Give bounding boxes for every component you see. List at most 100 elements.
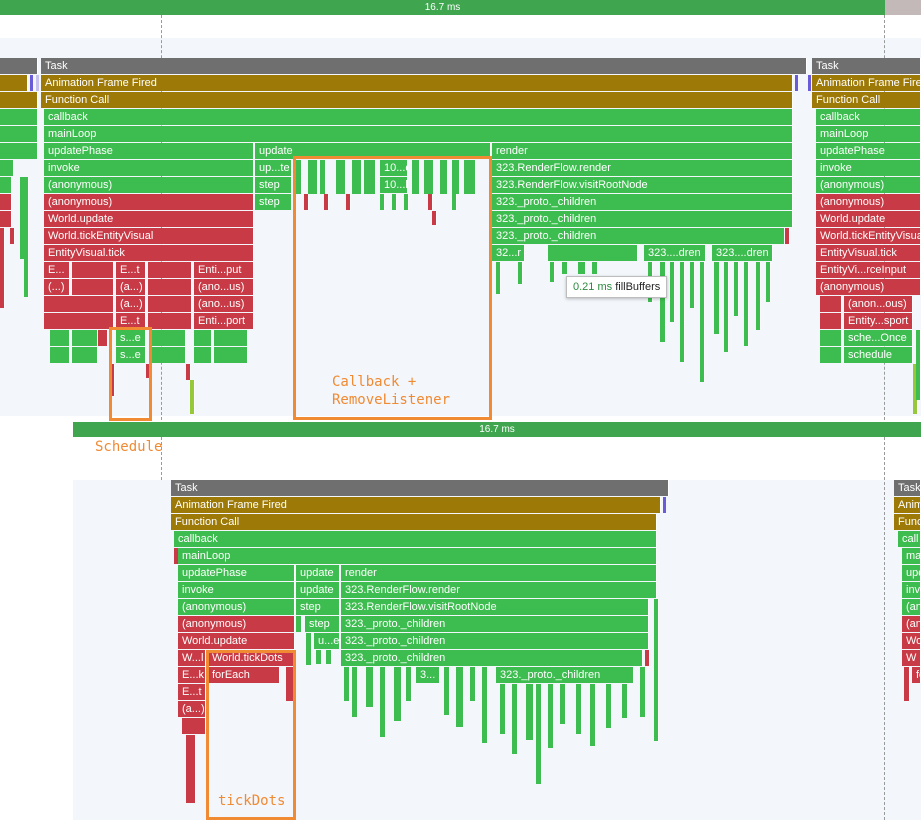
bottom-tail[interactable] — [306, 633, 312, 665]
function-call-prev[interactable] — [0, 92, 38, 108]
function-call-bottom[interactable]: Function Call — [171, 514, 657, 530]
bottom-frame-bar[interactable]: 16.7 ms — [73, 422, 921, 437]
render-drip-bottom[interactable] — [560, 684, 566, 724]
proto-children-bottom-1[interactable]: 323._proto._children — [341, 616, 649, 632]
render-drip-bottom[interactable] — [622, 684, 628, 718]
world-tick-entity-visual-next[interactable]: World.tickEntityVisual — [816, 228, 921, 244]
render-drip-bottom[interactable] — [548, 684, 554, 748]
entity-sport-next[interactable]: Entity...sport — [844, 313, 913, 329]
render-drip[interactable] — [680, 262, 685, 362]
render-drip[interactable] — [744, 262, 749, 346]
render-drip[interactable] — [700, 262, 705, 382]
render-drip[interactable] — [756, 262, 761, 330]
w-l-bottom[interactable]: W...l — [178, 650, 206, 666]
anonymous-next[interactable]: (anonymous) — [816, 177, 921, 193]
e-k-bottom[interactable]: E...k — [178, 667, 206, 683]
entity-child-bar[interactable]: (a...) — [116, 296, 146, 312]
world-tick-entity-visual-bar[interactable]: World.tickEntityVisual — [44, 228, 254, 244]
proto-children-bar-2[interactable]: 323._proto._children — [492, 211, 793, 227]
for-next-bottom[interactable]: for — [912, 667, 921, 683]
render-drip-bottom[interactable] — [406, 667, 412, 701]
render-drip[interactable] — [785, 228, 790, 244]
entity-child-bar[interactable] — [44, 313, 114, 329]
visit-root-node-bar[interactable]: 323.RenderFlow.visitRootNode — [492, 177, 793, 193]
entity-visual-tick-bar[interactable]: EntityVisual.tick — [44, 245, 254, 261]
entity-child-bar[interactable]: (...) — [44, 279, 70, 295]
world-update-bar[interactable]: World.update — [44, 211, 254, 227]
prev-frame-tail[interactable] — [0, 228, 5, 308]
animation-frame-prev[interactable] — [0, 75, 28, 91]
bottom-tail[interactable] — [645, 650, 650, 666]
render-bar[interactable]: render — [492, 143, 793, 159]
render-drip-bottom[interactable] — [456, 667, 464, 727]
entity-child-bar[interactable] — [148, 296, 192, 312]
world-update-next-bottom[interactable]: Wor — [902, 633, 921, 649]
callback-prev[interactable] — [0, 109, 38, 125]
task-bar[interactable]: Task — [41, 58, 807, 74]
task-bar-prev[interactable] — [0, 58, 38, 74]
animation-frame-fired-bottom[interactable]: Animation Frame Fired — [171, 497, 661, 513]
render-drip[interactable] — [550, 262, 555, 282]
mainloop-bottom[interactable]: mainLoop — [178, 548, 657, 564]
right-red-block[interactable] — [820, 313, 842, 329]
render-drip[interactable] — [592, 262, 598, 274]
mainloop-next[interactable]: mainLoop — [816, 126, 921, 142]
callback-next-bottom[interactable]: call — [898, 531, 921, 547]
render-drip-bottom[interactable] — [606, 684, 612, 728]
render-drip-bottom[interactable] — [526, 684, 534, 740]
step-bottom[interactable]: step — [296, 599, 340, 615]
anonymous-red-prev[interactable] — [0, 194, 12, 210]
render-drip-bottom[interactable] — [512, 684, 518, 754]
entity-child-green[interactable] — [72, 347, 98, 363]
render-drip-bottom[interactable] — [470, 667, 476, 701]
schedule-next[interactable]: schedule — [844, 347, 913, 363]
render-drip[interactable] — [734, 262, 739, 316]
update-te-bar[interactable]: up...te — [255, 160, 292, 176]
visit-root-node-bottom[interactable]: 323.RenderFlow.visitRootNode — [341, 599, 649, 615]
callback-bar[interactable]: callback — [44, 109, 793, 125]
bottom-tail[interactable] — [296, 616, 302, 632]
anonymous-prev[interactable] — [0, 177, 12, 193]
entity-child-bar[interactable] — [72, 279, 114, 295]
entity-child-bar[interactable] — [148, 279, 192, 295]
render-drip-bottom[interactable] — [590, 684, 596, 746]
updatephase-bottom[interactable]: updatePhase — [178, 565, 295, 581]
function-call-bar[interactable]: Function Call — [41, 92, 793, 108]
task-bar-next-bottom[interactable]: Task — [894, 480, 921, 496]
animation-frame-next-bottom[interactable]: Anim — [894, 497, 921, 513]
anonymous-bar[interactable]: (anonymous) — [44, 177, 254, 193]
entity-child-bar[interactable]: (a...) — [116, 279, 146, 295]
right-tail-bottom[interactable] — [904, 667, 910, 701]
render-drip-bottom[interactable] — [640, 667, 646, 717]
render-drip[interactable] — [766, 262, 771, 302]
right-green-block[interactable] — [820, 347, 842, 363]
function-call-next-bottom[interactable]: Funct — [894, 514, 921, 530]
render-child-bar-1[interactable]: 32...r — [492, 245, 525, 261]
render-drip[interactable] — [578, 262, 586, 274]
render-drip-bottom[interactable] — [366, 667, 374, 707]
entity-child-bar[interactable]: Enti...port — [194, 313, 254, 329]
step-bar-2[interactable]: step — [255, 194, 292, 210]
animation-frame-fired-bar[interactable]: Animation Frame Fired — [41, 75, 793, 91]
invoke-next[interactable]: invoke — [816, 160, 921, 176]
entity-visual-input-next[interactable]: EntityVi...rceInput — [816, 262, 921, 278]
mainloop-bar[interactable]: mainLoop — [44, 126, 793, 142]
function-call-next[interactable]: Function Call — [812, 92, 921, 108]
anonymous-next-bottom[interactable]: (an — [902, 599, 921, 615]
top-frame-duration[interactable]: 16.7 ms — [0, 0, 885, 15]
animation-frame-next[interactable]: Animation Frame Fired — [812, 75, 921, 91]
render-child-bar-4[interactable] — [548, 245, 638, 261]
proto-children-bottom-2[interactable]: 323._proto._children — [341, 633, 649, 649]
render-drip[interactable] — [690, 262, 695, 308]
anonymous-red-bar[interactable]: (anonymous) — [44, 194, 254, 210]
render-drip-bottom[interactable] — [344, 667, 350, 701]
entity-child-bar[interactable]: (ano...us) — [194, 296, 254, 312]
step-bar[interactable]: step — [255, 177, 292, 193]
prev-frame-tail[interactable] — [10, 228, 15, 244]
entity-child-green[interactable] — [194, 347, 212, 363]
proto-children-bottom-3[interactable]: 323._proto._children — [341, 650, 643, 666]
entity-child-green[interactable] — [214, 330, 248, 346]
world-update-bottom[interactable]: World.update — [178, 633, 295, 649]
update-bottom-2[interactable]: update — [296, 582, 340, 598]
render-drip-bottom[interactable] — [380, 667, 386, 737]
